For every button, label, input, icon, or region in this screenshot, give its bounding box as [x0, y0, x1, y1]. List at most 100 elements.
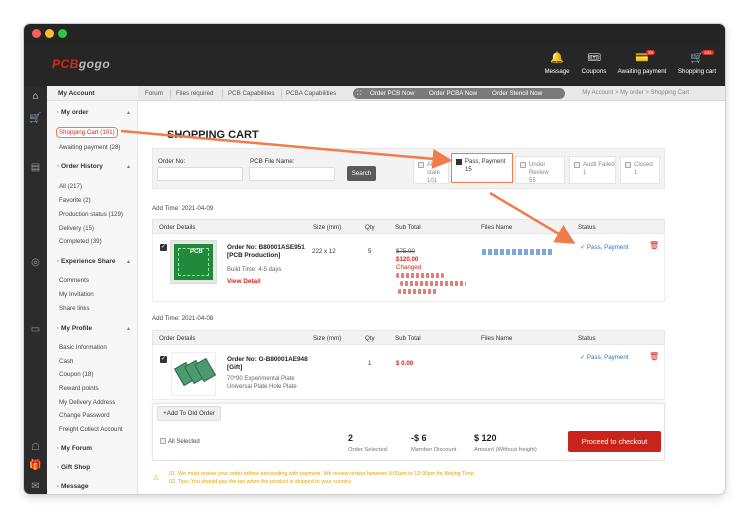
sidebar-item-basic-information[interactable]: Basic Information [59, 344, 107, 351]
nav-shopping-cart[interactable]: 🛒 101 Shopping cart [676, 50, 718, 81]
breadcrumb: My Account > My order > Shopping Cart [582, 90, 689, 96]
col-qty: Qty [365, 224, 375, 231]
sidebar-section-gift-shop[interactable]: · Gift Shop [57, 464, 90, 471]
price: $120.00 [396, 256, 419, 263]
maximize-window-button[interactable] [58, 29, 67, 38]
row-checkbox[interactable]: ✓ [160, 244, 167, 251]
close-window-button[interactable] [32, 29, 41, 38]
order-stencil-now-link[interactable]: Order Stencil Now [492, 90, 542, 97]
build-time: Build Time: 4-5 days [227, 267, 282, 273]
awaiting-badge: 28 [646, 50, 656, 55]
trash-icon[interactable]: 🗑 [649, 242, 659, 250]
sidebar-item-share-links[interactable]: Share links [59, 305, 90, 312]
cart-rail-icon[interactable]: 🛒 [29, 112, 42, 125]
share-icon[interactable]: ◎ [29, 256, 42, 269]
sidebar-section-order-history[interactable]: · Order History [57, 163, 103, 170]
pcb-file-input[interactable] [249, 167, 335, 181]
price: $ 0.00 [396, 360, 414, 367]
sidebar-item-reward-points[interactable]: Reward points [59, 385, 99, 392]
status-filter-all[interactable]: All state 101 [413, 156, 449, 184]
redacted-text [396, 273, 444, 278]
member-discount-value: -$ 6 [411, 433, 427, 443]
nav-files-required[interactable]: Files required [176, 90, 214, 97]
order-selected-count: 2 [348, 433, 354, 443]
home-icon[interactable]: ⌂ [29, 90, 42, 103]
gift-product-image[interactable] [171, 352, 217, 396]
brand-logo[interactable]: PCBgogo [52, 57, 114, 73]
sidebar-header[interactable]: My Account [47, 86, 138, 101]
col-subtotal: Sub Total [395, 224, 421, 231]
checkbox[interactable] [520, 162, 526, 168]
order-size: 222 x 12 [312, 248, 336, 255]
sidebar-item-completed[interactable]: Completed (39) [59, 238, 102, 245]
order-type: [Gift] [227, 364, 243, 371]
sidebar-item-freight-collect[interactable]: Freight Collect Account [59, 426, 123, 433]
pcb-product-image[interactable]: PCB [170, 240, 217, 284]
sidebar-item-delivery[interactable]: Delivery (15) [59, 225, 94, 232]
view-detail-link[interactable]: View Detail [227, 278, 261, 285]
page-title: SHOPPING CART [167, 129, 259, 141]
redacted-file-name[interactable] [482, 249, 552, 255]
nav-message[interactable]: 🔔 Message [543, 51, 571, 81]
checkbox[interactable] [574, 162, 580, 168]
order-pcb-now-link[interactable]: Order PCB Now [370, 90, 414, 97]
sidebar-item-cash[interactable]: Cash [59, 358, 73, 365]
profile-icon[interactable]: ▭ [29, 323, 42, 336]
pcb-file-label: PCB File Name: [250, 158, 295, 165]
status-filter-under-review[interactable]: Under Review 55 [515, 156, 565, 184]
checkbox-checked[interactable] [456, 159, 462, 165]
row-checkbox[interactable]: ✓ [160, 356, 167, 363]
gift-icon[interactable]: 🎁 [29, 459, 42, 472]
proceed-to-checkout-button[interactable]: Proceed to checkout [568, 431, 661, 452]
all-selected-checkbox[interactable]: All Selected [156, 436, 216, 448]
checkbox[interactable] [625, 162, 631, 168]
add-to-old-order-button[interactable]: +Add To Old Order [157, 406, 221, 421]
nav-forum[interactable]: Forum [145, 90, 163, 97]
order-number: Order No: B80001ASE951 [227, 244, 305, 251]
chevron-up-icon[interactable]: ▲ [126, 326, 131, 332]
status-filter-pass-payment[interactable]: Pass, Payment 15 [451, 153, 513, 183]
search-button[interactable]: Search [347, 166, 376, 181]
sidebar-item-my-invitation[interactable]: My Invitation [59, 291, 94, 298]
status-filter-audit-failed[interactable]: Audit Failed 1 [569, 156, 616, 184]
sidebar-item-favorite[interactable]: Favorite (2) [59, 197, 91, 204]
nav-pcba-capabilities[interactable]: PCBA Capabilities [286, 90, 336, 97]
col-status: Status [578, 224, 596, 231]
trash-icon[interactable]: 🗑 [649, 353, 659, 361]
order-pcba-now-link[interactable]: Order PCBA Now [429, 90, 477, 97]
sidebar-section-my-order[interactable]: · My order [57, 109, 88, 116]
history-icon[interactable]: ▤ [29, 161, 42, 174]
sidebar-section-experience-share[interactable]: · Experience Share [57, 258, 116, 265]
sidebar-item-change-password[interactable]: Change Password [59, 412, 110, 419]
sidebar-item-shopping-cart[interactable]: Shopping Cart (101) [56, 127, 118, 138]
order-now-pill: ⛶ Order PCB Now Order PCBA Now Order Ste… [353, 88, 565, 99]
minimize-window-button[interactable] [45, 29, 54, 38]
chevron-up-icon[interactable]: ▲ [126, 259, 131, 265]
checkbox[interactable] [418, 162, 424, 168]
chevron-up-icon[interactable]: ▲ [126, 110, 131, 116]
sidebar-section-my-profile[interactable]: · My Profile [57, 325, 92, 332]
col-qty: Qty [365, 335, 375, 342]
order-no-input[interactable] [157, 167, 243, 181]
checkbox[interactable] [160, 438, 166, 444]
col-status: Status [578, 335, 596, 342]
order-add-time: Add Time: 2021-04-08 [152, 315, 214, 322]
sidebar-section-my-forum[interactable]: · My Forum [57, 445, 92, 452]
sidebar-section-message[interactable]: · Message [57, 483, 88, 490]
nav-pcb-capabilities[interactable]: PCB Capabilities [228, 90, 274, 97]
note-2: 02. Tips: You should pay the tax when th… [169, 479, 352, 485]
forum-icon[interactable]: ☖ [29, 441, 42, 454]
sidebar-item-awaiting-payment[interactable]: Awaiting payment (28) [59, 144, 120, 151]
sidebar-item-production-status[interactable]: Production status (129) [59, 211, 123, 218]
chevron-up-icon[interactable]: ▲ [126, 164, 131, 170]
sidebar-item-comments[interactable]: Comments [59, 277, 89, 284]
sidebar-item-coupon[interactable]: Coupon (18) [59, 371, 93, 378]
nav-coupons[interactable]: 🎟 Coupons [579, 51, 609, 81]
table-header: Order Details Size (mm) Qty Sub Total Fi… [152, 219, 665, 234]
nav-awaiting-payment[interactable]: 💳 28 Awaiting payment [616, 50, 668, 81]
status-filter-closed[interactable]: Closed 1 [620, 156, 660, 184]
grid-icon: ⛶ [357, 90, 362, 97]
message-icon[interactable]: ✉ [29, 480, 42, 493]
sidebar-item-all[interactable]: All (217) [59, 183, 82, 190]
sidebar-item-delivery-address[interactable]: My Delivery Address [59, 399, 115, 406]
